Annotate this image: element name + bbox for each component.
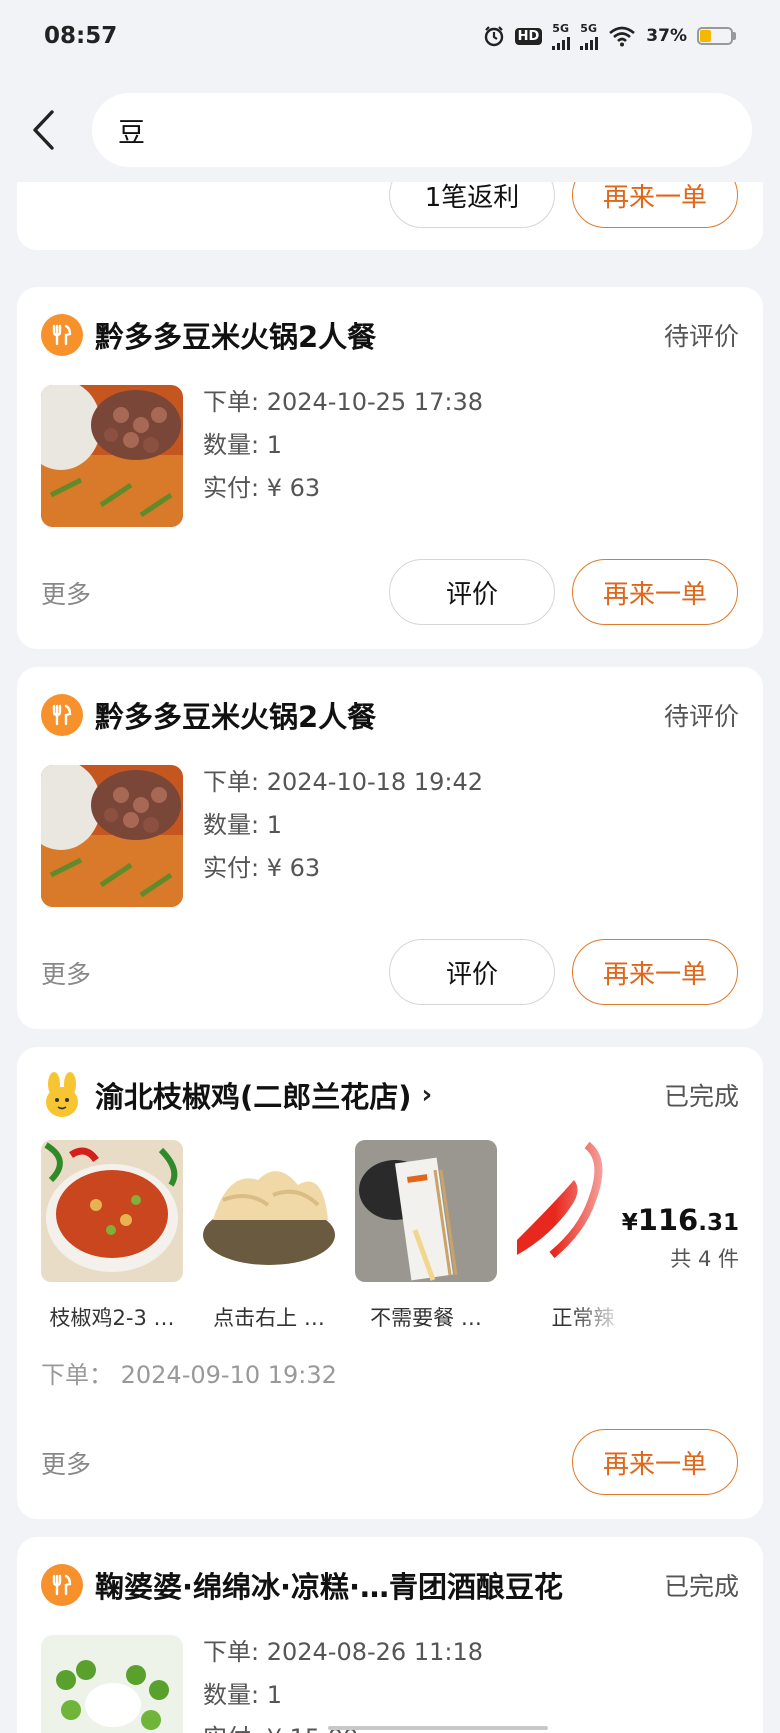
order-time: 下单: 2024-08-26 11:18 xyxy=(203,1638,483,1666)
product-name: 枝椒鸡2-3 … xyxy=(49,1306,175,1330)
card-header: 黔多多豆米火锅2人餐 待评价 xyxy=(41,691,739,739)
net1-label: 5G xyxy=(552,21,569,35)
review-button[interactable]: 评价 xyxy=(389,939,555,1005)
order-status: 已完成 xyxy=(663,1572,739,1601)
search-header: 豆 xyxy=(0,78,780,182)
net2-label: 5G xyxy=(580,21,597,35)
back-arrow-icon xyxy=(33,110,54,150)
shop-name[interactable]: 鞠婆婆·绵绵冰·凉糕·…青团酒酿豆花 xyxy=(95,1564,563,1606)
product-image[interactable] xyxy=(41,765,183,907)
order-info: 下单: 2024-08-26 11:18 数量: 1 实付: ¥ 15.00 xyxy=(203,1631,483,1733)
review-label: 评价 xyxy=(445,959,498,990)
chevron-right-icon[interactable]: › xyxy=(422,1080,433,1110)
order-paid: 实付: ¥ 15.00 xyxy=(203,1717,483,1733)
reorder-button[interactable]: 再来一单 xyxy=(572,182,738,228)
search-query: 豆 xyxy=(118,117,145,149)
order-qty: 数量: 1 xyxy=(203,431,282,459)
product-item[interactable]: 不需要餐 … xyxy=(355,1140,497,1332)
order-qty: 数量: 1 xyxy=(203,1681,282,1709)
more-link[interactable]: 更多 xyxy=(41,955,91,991)
status-time: 08:57 xyxy=(44,23,118,49)
order-status: 待评价 xyxy=(663,702,739,731)
product-image xyxy=(198,1140,340,1282)
order-info: 下单: 2024-10-25 17:38 数量: 1 实付: ¥ 63 xyxy=(203,381,483,510)
product-image xyxy=(41,1140,183,1282)
order-time: 下单： 2024-09-10 19:32 xyxy=(41,1361,337,1389)
alarm-icon xyxy=(484,26,503,47)
item-count: 共 4 件 xyxy=(670,1247,739,1271)
reorder-label: 再来一单 xyxy=(602,182,707,213)
product-name: 正常辣 xyxy=(551,1306,615,1330)
reorder-label: 再来一单 xyxy=(602,1449,707,1480)
order-time: 下单: 2024-10-18 19:42 xyxy=(203,768,483,796)
product-name: 点击右上 … xyxy=(213,1306,325,1330)
review-label: 评价 xyxy=(445,579,498,610)
shop-name[interactable]: 黔多多豆米火锅2人餐 xyxy=(95,314,376,356)
order-card[interactable]: 黔多多豆米火锅2人餐 待评价 下单: 2024-10-18 19:42 数量: … xyxy=(17,667,763,1029)
order-card[interactable]: 鞠婆婆·绵绵冰·凉糕·…青团酒酿豆花 已完成 下单: 2024-08-26 11… xyxy=(17,1537,763,1733)
order-card[interactable]: 渝北枝椒鸡(二郎兰花店) › 已完成 枝椒鸡2-3 … 点击右上 … 不需要餐 … xyxy=(17,1047,763,1519)
search-input[interactable]: 豆 xyxy=(92,93,752,167)
battery-icon xyxy=(697,27,736,45)
product-item[interactable]: 枝椒鸡2-3 … xyxy=(41,1140,183,1332)
product-item[interactable]: 点击右上 … xyxy=(198,1140,340,1332)
order-status: 已完成 xyxy=(663,1082,739,1111)
order-card[interactable]: 黔多多豆米火锅2人餐 待评价 下单: 2024-10-25 17:38 数量: … xyxy=(17,287,763,649)
reorder-label: 再来一单 xyxy=(602,959,707,990)
product-name: 不需要餐 … xyxy=(370,1306,482,1330)
product-image[interactable] xyxy=(41,1635,183,1733)
reorder-button[interactable]: 再来一单 xyxy=(572,939,738,1005)
restaurant-icon xyxy=(41,1564,83,1606)
more-link[interactable]: 更多 xyxy=(41,1445,91,1481)
reorder-label: 再来一单 xyxy=(602,579,707,610)
back-button[interactable] xyxy=(30,100,74,160)
order-time: 下单: 2024-10-25 17:38 xyxy=(203,388,483,416)
card-header: 鞠婆婆·绵绵冰·凉糕·…青团酒酿豆花 已完成 xyxy=(41,1561,739,1609)
status-bar: 08:57 HD 5G 5G 37% xyxy=(0,0,780,78)
rebate-button[interactable]: 1笔返利 xyxy=(389,182,555,228)
order-paid: 实付: ¥ 63 xyxy=(203,474,321,502)
rebate-label: 1笔返利 xyxy=(424,182,520,213)
signal-1-icon: 5G xyxy=(552,21,571,50)
reorder-button[interactable]: 再来一单 xyxy=(572,559,738,625)
price-summary: ¥116.31 共 4 件 xyxy=(622,1203,739,1273)
order-paid: 实付: ¥ 63 xyxy=(203,854,321,882)
card-header: 渝北枝椒鸡(二郎兰花店) › 已完成 xyxy=(41,1071,739,1119)
shop-name[interactable]: 渝北枝椒鸡(二郎兰花店) xyxy=(95,1074,412,1116)
restaurant-icon xyxy=(41,314,83,356)
total-price: ¥116.31 xyxy=(621,1203,739,1237)
reorder-button[interactable]: 再来一单 xyxy=(572,1429,738,1495)
more-link[interactable]: 更多 xyxy=(41,575,91,611)
home-indicator xyxy=(328,1726,548,1730)
battery-percent: 37% xyxy=(646,26,687,46)
order-info: 下单: 2024-10-18 19:42 数量: 1 实付: ¥ 63 xyxy=(203,761,483,890)
order-list[interactable]: 1笔返利 再来一单 黔多多豆米火锅2人餐 待评价 下单: 2024-10-25 … xyxy=(0,182,780,1733)
signal-2-icon: 5G xyxy=(580,21,599,50)
status-icons: HD 5G 5G 37% xyxy=(483,23,736,50)
product-image[interactable] xyxy=(41,385,183,527)
restaurant-icon xyxy=(41,694,83,736)
mascot-icon xyxy=(41,1072,83,1118)
order-qty: 数量: 1 xyxy=(203,811,282,839)
review-button[interactable]: 评价 xyxy=(389,559,555,625)
hd-icon: HD xyxy=(514,27,543,45)
order-status: 待评价 xyxy=(663,322,739,351)
wifi-icon xyxy=(609,26,636,47)
card-header: 黔多多豆米火锅2人餐 待评价 xyxy=(41,311,739,359)
order-card-partial: 1笔返利 再来一单 xyxy=(17,182,763,250)
shop-name[interactable]: 黔多多豆米火锅2人餐 xyxy=(95,694,376,736)
product-image xyxy=(355,1140,497,1282)
